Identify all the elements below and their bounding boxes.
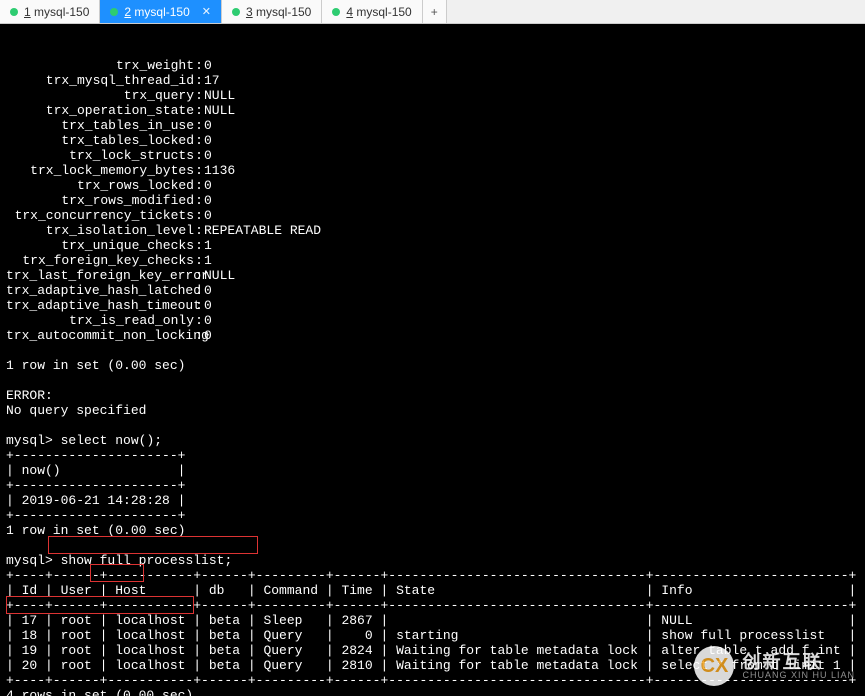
trx-field-trx_tables_in_use: trx_tables_in_use:0 — [6, 118, 859, 133]
rowcount-4: 4 rows in set (0.00 sec) — [6, 688, 193, 696]
status-dot-icon — [110, 8, 118, 16]
prompt: mysql> — [6, 553, 53, 568]
trx-field-trx_lock_structs: trx_lock_structs:0 — [6, 148, 859, 163]
watermark-en: CHUANG XIN HU LIAN — [742, 671, 855, 680]
close-icon[interactable]: ✕ — [202, 5, 211, 18]
trx-field-trx_lock_memory_bytes: trx_lock_memory_bytes:1136 — [6, 163, 859, 178]
trx-field-trx_operation_state: trx_operation_state:NULL — [6, 103, 859, 118]
watermark-cn: 创新互联 — [742, 653, 855, 671]
trx-field-trx_adaptive_hash_timeout: trx_adaptive_hash_timeout:0 — [6, 298, 859, 313]
watermark-logo-icon: CX — [694, 646, 734, 686]
trx-field-trx_adaptive_hash_latched: trx_adaptive_hash_latched:0 — [6, 283, 859, 298]
trx-field-trx_rows_locked: trx_rows_locked:0 — [6, 178, 859, 193]
watermark: CX 创新互联 CHUANG XIN HU LIAN — [694, 646, 855, 686]
error-text: No query specified — [6, 403, 146, 418]
error-label: ERROR: — [6, 388, 53, 403]
query-2: show full processlist; — [61, 553, 233, 568]
table-row: | 2019-06-21 14:28:28 | — [6, 493, 185, 508]
table-border: +---------------------+ — [6, 478, 185, 493]
trx-field-trx_last_foreign_key_error: trx_last_foreign_key_error:NULL — [6, 268, 859, 283]
table-border: +---------------------+ — [6, 448, 185, 463]
trx-field-trx_autocommit_non_locking: trx_autocommit_non_locking:0 — [6, 328, 859, 343]
status-dot-icon — [232, 8, 240, 16]
terminal-output: trx_weight:0trx_mysql_thread_id:17trx_qu… — [0, 24, 865, 696]
tab-2[interactable]: 2 mysql-150✕ — [100, 0, 222, 23]
add-tab-button[interactable]: + — [423, 0, 447, 23]
trx-field-trx_concurrency_tickets: trx_concurrency_tickets:0 — [6, 208, 859, 223]
table-header: | now() | — [6, 463, 185, 478]
annotation-box — [48, 536, 258, 554]
trx-field-trx_mysql_thread_id: trx_mysql_thread_id:17 — [6, 73, 859, 88]
table-border: +---------------------+ — [6, 508, 185, 523]
rowcount-1: 1 row in set (0.00 sec) — [6, 358, 185, 373]
trx-field-trx_foreign_key_checks: trx_foreign_key_checks:1 — [6, 253, 859, 268]
tab-1[interactable]: 1 mysql-150 — [0, 0, 100, 23]
trx-field-trx_isolation_level: trx_isolation_level:REPEATABLE READ — [6, 223, 859, 238]
prompt: mysql> — [6, 433, 53, 448]
processlist-row: | 18 | root | localhost | beta | Query |… — [6, 628, 859, 643]
tab-bar: 1 mysql-1502 mysql-150✕3 mysql-1504 mysq… — [0, 0, 865, 24]
trx-field-trx_is_read_only: trx_is_read_only:0 — [6, 313, 859, 328]
annotation-box — [6, 596, 194, 614]
status-dot-icon — [332, 8, 340, 16]
trx-field-trx_rows_modified: trx_rows_modified:0 — [6, 193, 859, 208]
tab-4[interactable]: 4 mysql-150 — [322, 0, 422, 23]
trx-field-trx_tables_locked: trx_tables_locked:0 — [6, 133, 859, 148]
status-dot-icon — [10, 8, 18, 16]
annotation-box — [90, 564, 144, 582]
trx-field-trx_unique_checks: trx_unique_checks:1 — [6, 238, 859, 253]
trx-field-trx_weight: trx_weight:0 — [6, 58, 859, 73]
processlist-row: | 17 | root | localhost | beta | Sleep |… — [6, 613, 859, 628]
tab-3[interactable]: 3 mysql-150 — [222, 0, 322, 23]
trx-field-trx_query: trx_query:NULL — [6, 88, 859, 103]
query-1: select now(); — [61, 433, 162, 448]
